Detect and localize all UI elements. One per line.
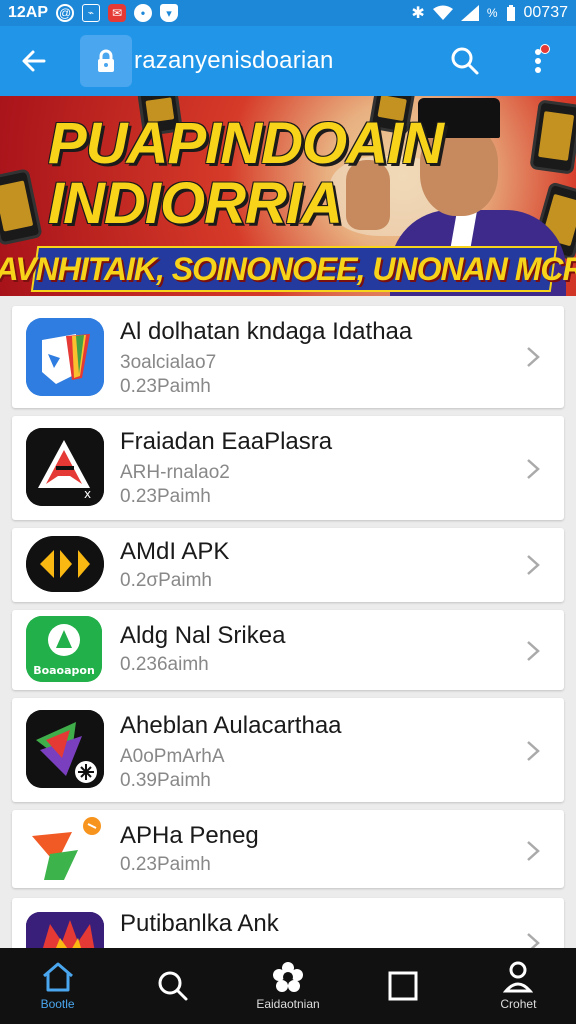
app-meta: 0.39Paimh [120,770,211,791]
nav-featured[interactable]: Eaidaotnian [230,948,345,1024]
list-item[interactable]: Aheblan Aulacarthaa A0oPmArhA 0.39Paimh [12,698,564,802]
app-title: Aldg Nal Srikea [120,622,286,649]
orange-flag-icon [26,814,104,884]
shield-icon: ▾ [160,4,179,22]
app-title: AMdI APK [120,538,230,565]
app-title: Putibanlka Ank [120,910,279,937]
app-meta: 0.23Paimh [120,486,211,507]
battery-percent: % [486,6,498,20]
bluetooth-icon: ✱ [411,5,425,22]
lock-icon [98,49,114,72]
search-button[interactable] [440,36,490,86]
back-button[interactable] [0,26,68,96]
banner-title-line1: PUAPINDOAIN [48,111,444,176]
list-item[interactable]: x Fraiadan EaaPlasra ARH-rnalao2 0.23Pai… [12,416,564,520]
app-meta: 0.23Paimh [120,376,211,397]
chevron-right-icon [527,741,540,761]
banner-strip-text: CAVNHITAIK, SOINONOEE, UNONAN MCRIN [0,250,576,287]
bottom-navigation: Bootle Eaidaotnian Crohet [0,948,576,1024]
circle-icon: • [134,4,153,22]
status-time: 12AP [8,4,49,21]
chevron-right-icon [527,555,540,575]
app-meta: 0.23Paimh [120,854,211,875]
url-text: razanyenisdoarian [134,47,334,74]
notification-badge [540,44,550,54]
chart-icon: ⌁ [82,4,101,22]
app-meta: 0.2σPaimh [120,570,212,591]
nav-featured-label: Eaidaotnian [256,997,320,1011]
green-badge-icon: Boaoapon [26,616,102,682]
yellow-m-logo-icon [26,536,104,592]
list-item[interactable]: Boaoapon Aldg Nal Srikea 0.236aimh [12,610,564,690]
nav-profile[interactable]: Crohet [461,948,576,1024]
app-title: Al dolhatan kndaga Idathaa [120,318,413,345]
promo-banner[interactable]: PUAPINDOAIN INDIORRIA CAVNHITAIK, SOINON… [0,96,576,296]
flower-icon [273,962,303,992]
status-clock: 00737 [523,4,569,21]
app-title: Aheblan Aulacarthaa [120,712,342,739]
arrow-left-icon [22,50,46,72]
chevron-right-icon [527,641,540,661]
address-bar[interactable]: razanyenisdoarian [68,35,334,87]
nav-profile-label: Crohet [500,997,537,1011]
list-item[interactable]: APHa Peneg 0.23Paimh [12,810,564,888]
chevron-right-icon [527,841,540,861]
nav-search[interactable] [115,948,230,1024]
nav-home[interactable]: Bootle [0,948,115,1024]
shield-rainbow-icon [26,318,104,396]
search-icon [158,971,188,1001]
red-a-logo-icon: x [26,428,104,506]
app-bar: razanyenisdoarian [0,26,576,96]
search-icon [451,47,479,75]
banner-title-line2: INDIORRIA [48,171,343,236]
green-badge-label: Boaoapon [33,664,95,677]
nav-categories[interactable] [346,948,461,1024]
app-subtitle: A0oPmArhA [120,746,225,767]
status-bar: 12AP @ ⌁ ✉ • ▾ ✱ % 00737 [0,0,576,26]
nav-home-label: Bootle [40,997,75,1011]
phone-graphic [0,168,43,246]
person-icon [503,961,534,993]
notification-icon: ✉ [108,4,127,22]
chevron-right-icon [527,459,540,479]
chevron-right-icon [527,347,540,367]
app-meta: 0.236aimh [120,654,209,675]
overflow-menu-button[interactable] [516,36,560,86]
app-subtitle: ARH-rnalao2 [120,462,230,483]
battery-icon [506,5,515,21]
colorful-star-icon [26,710,104,788]
signal-icon [460,5,479,21]
wifi-icon [432,5,453,20]
app-subtitle: 3oalcialao7 [120,352,217,373]
svg-text:x: x [84,487,91,501]
list-item[interactable]: Al dolhatan kndaga Idathaa 3oalcialao7 0… [12,306,564,408]
square-icon [388,971,418,1001]
app-title: APHa Peneg [120,822,259,849]
lock-button[interactable] [80,35,132,87]
home-icon [42,962,73,992]
list-item[interactable]: AMdI APK 0.2σPaimh [12,528,564,602]
at-icon: @ [56,4,75,22]
app-title: Fraiadan EaaPlasra [120,428,333,455]
